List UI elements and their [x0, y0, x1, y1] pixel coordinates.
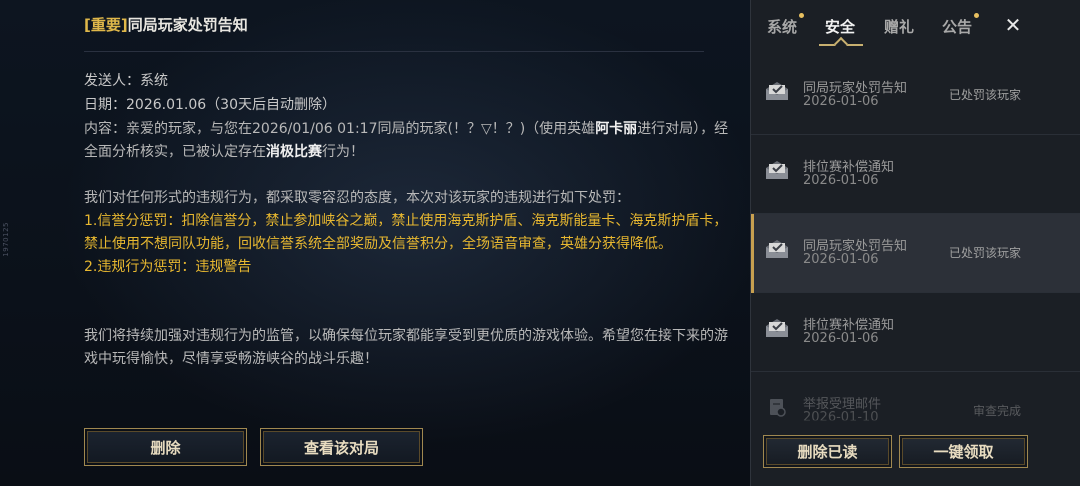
- mail-title-text: 同局玩家处罚告知: [127, 16, 248, 34]
- claim-all-button[interactable]: 一键领取: [899, 435, 1028, 468]
- tab-announcement[interactable]: 公告: [942, 13, 980, 37]
- mail-date: 2026-01-06: [803, 252, 879, 267]
- mail-list: 同局玩家处罚告知 2026-01-06 已处罚该玩家 排位赛补偿通知 2026-…: [751, 56, 1080, 451]
- delete-button[interactable]: 删除: [84, 428, 247, 466]
- mail-item-selected[interactable]: 同局玩家处罚告知 2026-01-06 已处罚该玩家: [751, 214, 1080, 293]
- mail-content: 内容：亲爱的玩家，与您在2026/01/06 01:17同局的玩家(！？▽！？)…: [84, 118, 734, 371]
- mail-title: [重要]同局玩家处罚告知: [84, 14, 248, 35]
- notification-dot: [974, 13, 980, 18]
- active-tab-indicator: [819, 44, 863, 46]
- tab-security[interactable]: 安全: [825, 16, 855, 37]
- tab-label: 安全: [825, 18, 856, 36]
- mail-date: 2026-01-06: [803, 173, 879, 188]
- opened-mail-icon: [766, 319, 788, 337]
- mail-sender: 发送人：系统: [84, 73, 168, 89]
- view-match-button[interactable]: 查看该对局: [260, 428, 423, 466]
- content-text: 行为！: [322, 144, 364, 160]
- mail-status: 已处罚该玩家: [948, 246, 1021, 260]
- mail-date: 日期：2026.01.06（30天后自动删除）: [84, 97, 336, 113]
- close-icon[interactable]: ✕: [1003, 14, 1023, 36]
- mail-item[interactable]: 同局玩家处罚告知 2026-01-06 已处罚该玩家: [751, 56, 1080, 135]
- opened-mail-icon: [766, 161, 788, 179]
- opened-mail-icon: [766, 82, 788, 100]
- content-text: 内容：亲爱的玩家，与您在2026/01/06 01:17同局的玩家(！？▽！？)…: [84, 121, 596, 137]
- mail-status: 审查完成: [972, 404, 1021, 418]
- penalty-1: 1.信誉分惩罚：扣除信誉分，禁止参加峡谷之巅，禁止使用海克斯护盾、海克斯能量卡、…: [84, 213, 728, 252]
- mail-item[interactable]: 排位赛补偿通知 2026-01-06: [751, 293, 1080, 372]
- content-paragraph-1: 内容：亲爱的玩家，与您在2026/01/06 01:17同局的玩家(！？▽！？)…: [84, 118, 734, 164]
- title-divider: [84, 51, 704, 52]
- tab-label: 系统: [767, 18, 798, 36]
- tab-system[interactable]: 系统: [767, 13, 805, 37]
- hero-name: 阿卡丽: [595, 121, 638, 137]
- side-watermark: 1970125: [2, 222, 10, 257]
- importance-tag: [重要]: [84, 16, 128, 34]
- report-document-icon: [770, 399, 786, 417]
- content-paragraph-2: 我们对任何形式的违规行为，都采取零容忍的态度，本次对该玩家的违规进行如下处罚：: [84, 190, 630, 206]
- tab-label: 赠礼: [884, 18, 915, 36]
- content-paragraph-3: 我们将持续加强对违规行为的监管，以确保每位玩家都能享受到更优质的游戏体验。希望您…: [84, 328, 728, 367]
- notification-dot: [799, 13, 805, 18]
- mail-detail-panel: 1970125 [重要]同局玩家处罚告知 发送人：系统 日期：2026.01.0…: [0, 0, 750, 486]
- mail-tabs: 系统 安全 赠礼 公告 ✕: [751, 0, 1080, 52]
- mail-status: 已处罚该玩家: [948, 88, 1021, 102]
- violation-type: 消极比赛: [266, 144, 322, 160]
- mail-date: 2026-01-06: [803, 94, 879, 109]
- tab-gift[interactable]: 赠礼: [884, 16, 914, 37]
- mail-date: 2026-01-06: [803, 331, 879, 346]
- penalty-2: 2.违规行为惩罚：违规警告: [84, 259, 252, 275]
- delete-read-button[interactable]: 删除已读: [763, 435, 892, 468]
- mail-sidebar: 系统 安全 赠礼 公告 ✕ 同局玩家处罚告知 2026-01-06 已处罚该玩家: [750, 0, 1080, 486]
- opened-mail-icon: [766, 240, 788, 258]
- tab-label: 公告: [942, 18, 973, 36]
- mail-item[interactable]: 排位赛补偿通知 2026-01-06: [751, 135, 1080, 214]
